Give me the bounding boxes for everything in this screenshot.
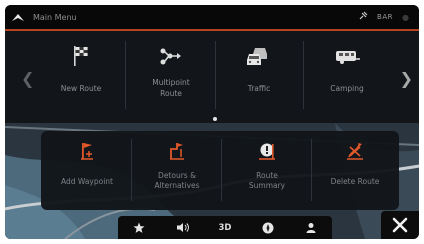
- view-mode-button[interactable]: 3D: [210, 216, 240, 239]
- view-mode-label: 3D: [218, 222, 232, 233]
- menu-item-label: New Route: [60, 84, 102, 93]
- submenu-item-route-summary[interactable]: Route Summary: [223, 137, 311, 203]
- menu-item-multipoint-route[interactable]: Multipoint Route: [131, 39, 211, 111]
- submenu-divider: [221, 139, 222, 201]
- menu-item-label: Camping: [330, 84, 364, 93]
- next-page-arrow[interactable]: ❯: [400, 71, 413, 87]
- menu-item-new-route[interactable]: New Route: [41, 39, 121, 111]
- main-menu-panel: ❮ New Route Multipoint Route Traffic Cam…: [5, 31, 419, 123]
- compass-button[interactable]: [253, 216, 283, 239]
- submenu-item-label: Delete Route: [330, 177, 380, 186]
- navigation-screen: Main Menu BAR ● ❮ New Route Multipoint R…: [5, 5, 419, 239]
- route-submenu-panel: Add Waypoint Detours & Alternatives Rout…: [41, 131, 399, 210]
- menu-divider: [125, 41, 126, 109]
- detours-icon: [168, 139, 186, 163]
- submenu-item-label: Add Waypoint: [60, 177, 113, 186]
- menu-divider: [215, 41, 216, 109]
- menu-item-label: Traffic: [247, 84, 271, 93]
- submenu-item-label: Route Summary: [248, 171, 286, 190]
- menu-item-traffic[interactable]: Traffic: [219, 39, 299, 111]
- page-indicator: [213, 117, 217, 121]
- speaker-icon: [176, 223, 189, 232]
- multipoint-route-icon: [159, 43, 183, 69]
- compass-icon: [262, 222, 274, 233]
- user-button[interactable]: [296, 216, 326, 239]
- up-arrow-icon: [12, 14, 24, 21]
- submenu-item-delete-route[interactable]: Delete Route: [311, 137, 399, 203]
- delete-route-icon: [345, 139, 365, 163]
- submenu-item-detours[interactable]: Detours & Alternatives: [133, 137, 221, 203]
- star-icon: [133, 222, 145, 233]
- submenu-item-label: Detours & Alternatives: [154, 171, 200, 190]
- checkered-flag-icon: [72, 43, 90, 69]
- status-text: BAR: [377, 13, 394, 21]
- submenu-divider: [131, 139, 132, 201]
- route-summary-icon: [257, 139, 277, 163]
- submenu-item-add-waypoint[interactable]: Add Waypoint: [43, 137, 131, 203]
- bottom-toolbar: 3D: [118, 216, 332, 239]
- status-indicator-icon: ●: [402, 12, 409, 22]
- home-up-button[interactable]: [5, 5, 31, 29]
- page-dot-active: [213, 117, 217, 121]
- traffic-icon: [246, 43, 272, 69]
- menu-item-camping[interactable]: Camping: [307, 39, 387, 111]
- screen-title: Main Menu: [33, 12, 77, 22]
- top-bar: Main Menu BAR ●: [5, 5, 419, 31]
- menu-divider: [303, 41, 304, 109]
- previous-page-arrow[interactable]: ❮: [21, 71, 34, 87]
- satellite-icon: [359, 11, 368, 23]
- add-waypoint-icon: [79, 139, 95, 163]
- close-button[interactable]: [381, 211, 419, 239]
- status-tray: BAR ●: [359, 11, 409, 23]
- favorites-button[interactable]: [124, 216, 154, 239]
- caravan-icon: [333, 43, 361, 69]
- sound-button[interactable]: [167, 216, 197, 239]
- person-icon: [306, 222, 316, 233]
- menu-item-label: Multipoint Route: [152, 78, 190, 98]
- close-icon: [392, 217, 408, 233]
